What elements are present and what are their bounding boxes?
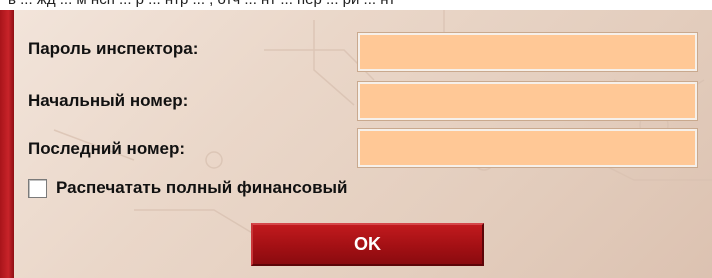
full-financial-checkbox[interactable]	[28, 179, 47, 198]
start-number-label: Начальный номер:	[28, 91, 189, 110]
full-financial-checkbox-label[interactable]: Распечатать полный финансовый	[56, 178, 348, 198]
dialog-window: в ... жд ... м нсп ... р ... нтр ... , о…	[0, 0, 712, 278]
ok-button[interactable]: OK	[251, 223, 484, 266]
title-bar: в ... жд ... м нсп ... р ... нтр ... , о…	[0, 0, 712, 10]
inspector-password-field[interactable]	[357, 32, 698, 72]
title-text: в ... жд ... м нсп ... р ... нтр ... , о…	[8, 0, 395, 8]
left-border	[0, 10, 14, 278]
start-number-field[interactable]	[357, 81, 698, 121]
inspector-password-label: Пароль инспектора:	[28, 39, 199, 58]
last-number-label: Последний номер:	[28, 139, 186, 158]
last-number-field[interactable]	[357, 128, 698, 168]
